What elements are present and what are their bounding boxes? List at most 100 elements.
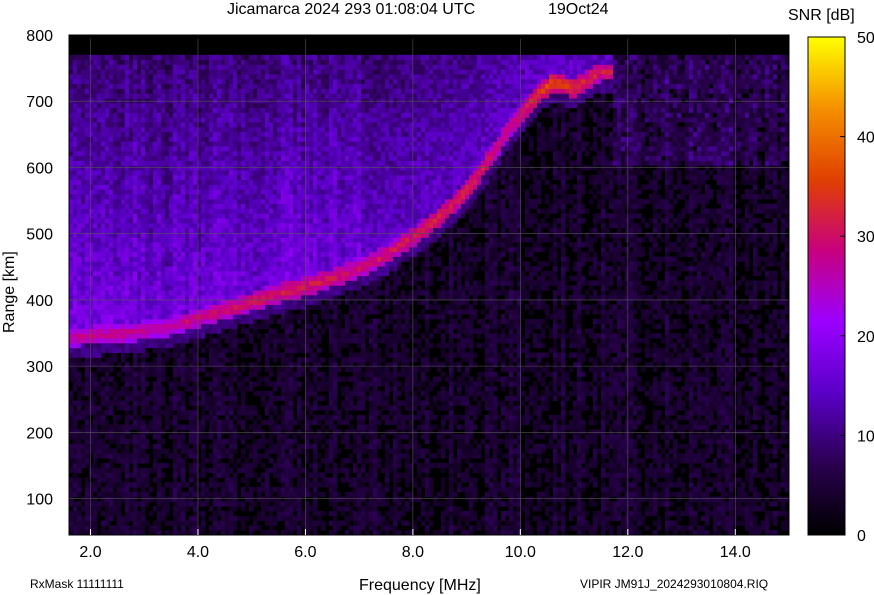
- heat-cell: [93, 122, 98, 128]
- heat-cell: [257, 376, 262, 382]
- heat-cell: [273, 256, 278, 262]
- heat-cell: [281, 59, 286, 65]
- heat-cell: [81, 381, 86, 387]
- heat-cell: [105, 88, 110, 94]
- heat-cell: [137, 237, 142, 243]
- heat-cell: [273, 155, 278, 161]
- heat-cell: [185, 136, 190, 142]
- heat-cell: [113, 400, 118, 406]
- heat-cell: [157, 304, 162, 310]
- heat-cell: [153, 275, 158, 281]
- heat-cell: [173, 482, 178, 488]
- heat-cell: [221, 424, 226, 430]
- heat-cell: [145, 323, 150, 329]
- heat-cell: [209, 102, 214, 109]
- heat-cell: [177, 93, 182, 99]
- heat-cell: [193, 458, 198, 464]
- heat-cell: [133, 246, 138, 253]
- heat-cell: [161, 496, 166, 502]
- heat-cell: [241, 352, 246, 358]
- heat-cell: [73, 251, 78, 257]
- heat-cell: [237, 102, 242, 109]
- heat-cell: [141, 266, 146, 272]
- heat-cell: [81, 304, 86, 310]
- heat-cell: [213, 390, 218, 397]
- heat-cell: [117, 338, 122, 344]
- heat-cell: [285, 438, 290, 445]
- heat-cell: [261, 64, 266, 70]
- heat-cell: [269, 218, 274, 224]
- heat-cell: [245, 251, 250, 257]
- heat-cell: [173, 126, 178, 133]
- heat-cell: [209, 98, 214, 104]
- heat-cell: [113, 323, 118, 329]
- heat-cell: [213, 93, 218, 99]
- heat-cell: [145, 83, 150, 89]
- heat-cell: [141, 261, 146, 267]
- heat-cell: [105, 270, 110, 277]
- heat-cell: [105, 467, 110, 473]
- heat-cell: [101, 251, 106, 257]
- heat-cell: [213, 462, 218, 469]
- heat-cell: [289, 491, 294, 497]
- heat-cell: [89, 227, 94, 233]
- heat-cell: [105, 323, 110, 329]
- heat-cell: [213, 194, 218, 200]
- heat-cell: [285, 155, 290, 161]
- heat-cell: [105, 179, 110, 185]
- heat-cell: [225, 246, 230, 253]
- heat-cell: [221, 98, 226, 104]
- heat-cell: [245, 304, 250, 310]
- heat-cell: [73, 419, 78, 425]
- heat-cell: [281, 222, 286, 229]
- heat-cell: [141, 160, 146, 166]
- heat-cell: [245, 213, 250, 219]
- heat-cell: [261, 251, 266, 257]
- heat-cell: [185, 424, 190, 430]
- heat-cell: [137, 275, 142, 281]
- heat-cell: [105, 434, 110, 440]
- heat-cell: [201, 256, 206, 262]
- heat-cell: [145, 69, 150, 75]
- heat-cell: [101, 414, 106, 421]
- heat-cell: [189, 410, 194, 416]
- heat-cell: [261, 342, 266, 349]
- heat-cell: [129, 146, 134, 152]
- heat-cell: [105, 362, 110, 368]
- heat-cell: [149, 131, 154, 137]
- heat-cell: [121, 275, 126, 281]
- heat-cell: [101, 155, 106, 161]
- heat-cell: [69, 184, 74, 190]
- heat-cell: [189, 246, 194, 253]
- heat-cell: [89, 352, 94, 358]
- heat-cell: [285, 117, 290, 123]
- heat-cell: [93, 266, 98, 272]
- heat-cell: [241, 179, 246, 185]
- heat-cell: [205, 98, 210, 104]
- heat-cell: [273, 189, 278, 195]
- heat-cell: [105, 386, 110, 392]
- heat-cell: [233, 102, 238, 109]
- heat-cell: [213, 410, 218, 416]
- heat-cell: [273, 160, 278, 166]
- heat-cell: [225, 323, 230, 329]
- heat-cell: [193, 520, 198, 526]
- heat-cell: [189, 251, 194, 257]
- heat-cell: [149, 165, 154, 171]
- heat-cell: [81, 131, 86, 137]
- heat-cell: [153, 198, 158, 205]
- heat-cell: [129, 453, 134, 459]
- heat-cell: [209, 107, 214, 113]
- heat-cell: [105, 366, 110, 373]
- heat-cell: [201, 285, 206, 291]
- heat-cell: [225, 213, 230, 219]
- heat-cell: [185, 112, 190, 118]
- heat-cell: [229, 405, 234, 411]
- heat-cell: [261, 83, 266, 89]
- heat-cell: [269, 290, 274, 296]
- heat-cell: [281, 198, 286, 205]
- heat-cell: [149, 496, 154, 502]
- heat-cell: [105, 520, 110, 526]
- heat-cell: [181, 232, 186, 238]
- heat-cell: [217, 54, 222, 61]
